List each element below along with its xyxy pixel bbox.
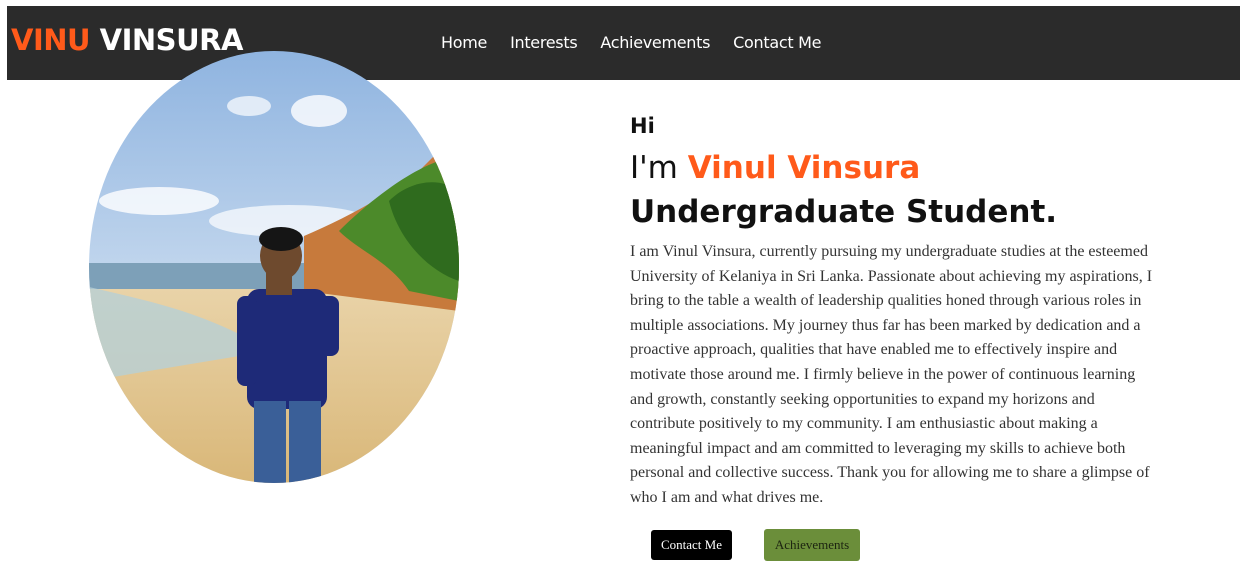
main-nav: Home Interests Achievements Contact Me — [441, 33, 821, 52]
nav-contact-me[interactable]: Contact Me — [733, 33, 821, 52]
intro-prefix: I'm — [630, 150, 678, 186]
nav-interests[interactable]: Interests — [510, 33, 578, 52]
logo-first: VINU — [11, 23, 91, 57]
hero-name: Vinul Vinsura — [687, 150, 921, 186]
top-navbar: VINU VINSURA Home Interests Achievements… — [7, 6, 1240, 80]
greeting: Hi — [630, 114, 655, 138]
site-logo[interactable]: VINU VINSURA — [11, 23, 243, 57]
bio-paragraph: I am Vinul Vinsura, currently pursuing m… — [630, 243, 1153, 506]
achievements-button[interactable]: Achievements — [764, 529, 860, 561]
nav-home[interactable]: Home — [441, 33, 487, 52]
intro-line: I'm Vinul Vinsura — [630, 150, 920, 186]
nav-achievements[interactable]: Achievements — [600, 33, 710, 52]
contact-me-button[interactable]: Contact Me — [651, 530, 732, 560]
profile-photo — [89, 51, 459, 483]
role-title: Undergraduate Student. — [630, 194, 1058, 230]
logo-second: VINSURA — [99, 23, 244, 57]
